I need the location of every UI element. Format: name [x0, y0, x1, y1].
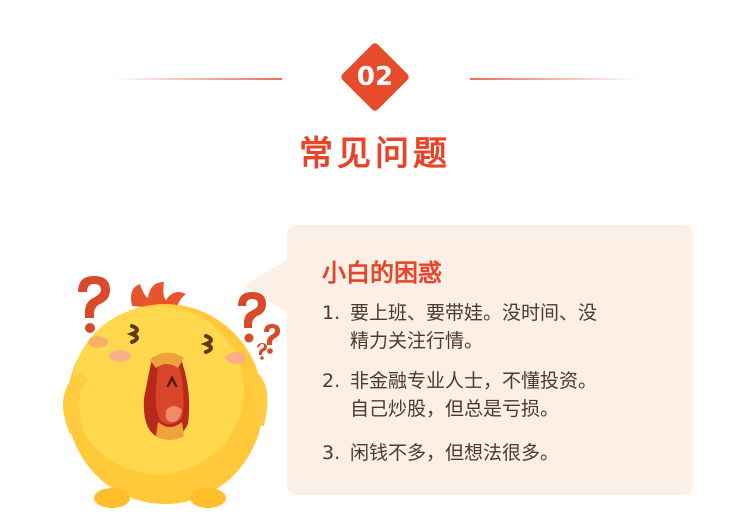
divider-left: [112, 78, 282, 80]
list-item-number: 2.: [322, 370, 341, 392]
list-item: 2. 非金融专业人士，不懂投资。 自己炒股，但总是亏损。: [322, 367, 597, 423]
list-item-line1: 要上班、要带娃。没时间、没: [350, 302, 598, 324]
list-item-number: 3.: [322, 442, 341, 464]
list-item: 1. 要上班、要带娃。没时间、没 精力关注行情。: [322, 299, 597, 355]
list-item-line2: 精力关注行情。: [350, 330, 484, 352]
confusion-card: 小白的困惑 1. 要上班、要带娃。没时间、没 精力关注行情。 2. 非金融专业人士，…: [287, 225, 693, 495]
confused-chick-mascot: [62, 276, 280, 508]
section-title: 常见问题: [299, 134, 451, 174]
list-item: 3. 闲钱不多，但想法很多。: [322, 439, 559, 467]
card-title: 小白的困惑: [322, 259, 442, 287]
question-mark-icon: [257, 324, 280, 360]
section-number: 02: [356, 62, 394, 92]
list-item-line2: 自己炒股，但总是亏损。: [350, 398, 560, 420]
list-item-line1: 非金融专业人士，不懂投资。: [350, 370, 598, 392]
question-mark-icon: [238, 292, 266, 343]
divider-right: [470, 78, 640, 80]
list-item-line1: 闲钱不多，但想法很多。: [350, 442, 560, 464]
list-item-number: 1.: [322, 302, 341, 324]
